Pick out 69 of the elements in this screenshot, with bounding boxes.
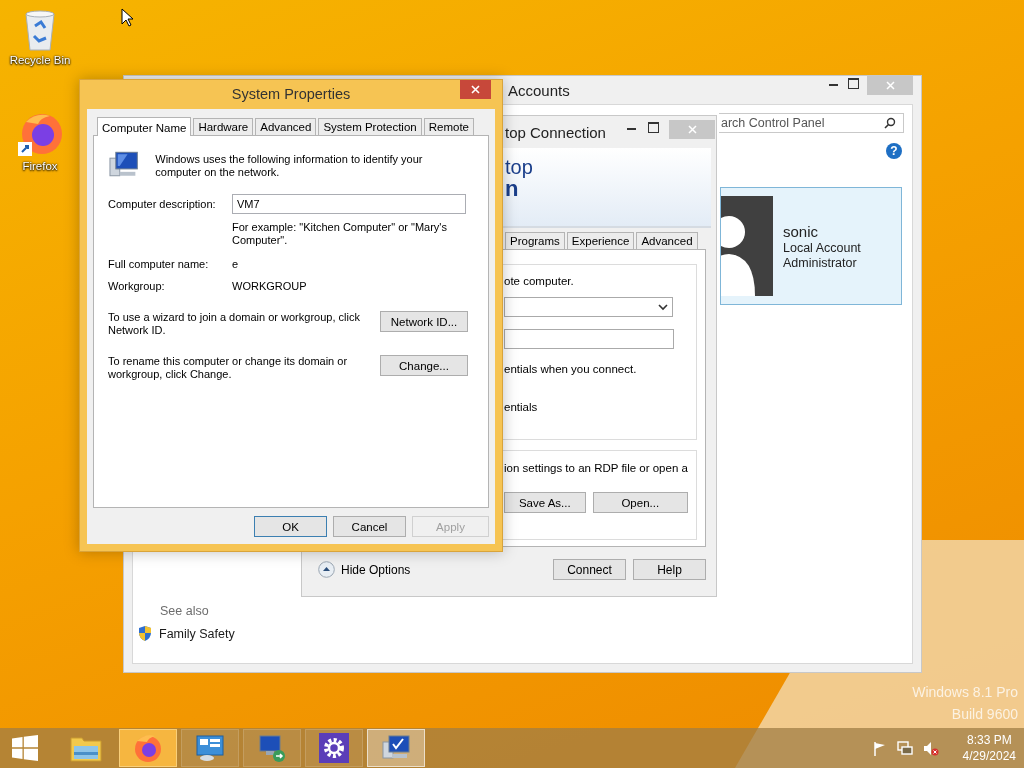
window-title: Accounts bbox=[508, 82, 570, 99]
remote-desktop-icon bbox=[257, 733, 287, 763]
flag-icon[interactable] bbox=[872, 740, 887, 756]
close-icon bbox=[885, 81, 895, 90]
tab[interactable]: Programs bbox=[505, 232, 565, 249]
field-label: Computer description: bbox=[108, 198, 217, 210]
window-title: System Properties bbox=[231, 86, 351, 104]
intro-text: Windows uses the following information to identify your computer on the network. bbox=[155, 153, 424, 179]
field-value: WORKGROUP bbox=[232, 280, 307, 292]
save-settings-text: ion settings to an RDP file or open a bbox=[504, 462, 688, 474]
firefox-icon bbox=[133, 733, 163, 763]
search-field[interactable]: arch Control Panel bbox=[719, 113, 904, 133]
user-name-field[interactable] bbox=[504, 329, 674, 349]
credentials-text: entials bbox=[504, 401, 539, 413]
os-version-text: Build 9600 bbox=[951, 706, 1018, 722]
dialog-button[interactable]: OK bbox=[254, 516, 327, 537]
account-type: Local Account bbox=[783, 240, 861, 255]
collapse-icon[interactable] bbox=[318, 561, 335, 578]
muted-speaker-icon[interactable] bbox=[922, 740, 939, 756]
network-icon[interactable] bbox=[896, 740, 913, 756]
hide-options-link[interactable]: Hide Options bbox=[341, 562, 411, 577]
maximize-button[interactable] bbox=[848, 78, 859, 89]
close-icon bbox=[687, 125, 697, 134]
example-text: For example: "Kitchen Computer" or "Mary's Computer". bbox=[232, 221, 448, 247]
chevron-down-icon bbox=[658, 303, 668, 311]
recycle-bin-icon[interactable] bbox=[23, 8, 57, 52]
dialog-button[interactable]: Connect bbox=[553, 559, 626, 580]
account-name: sonic bbox=[783, 222, 820, 240]
window-title: top Connection bbox=[505, 124, 606, 141]
dialog-button[interactable]: Open... bbox=[592, 492, 688, 513]
shield-icon bbox=[138, 626, 152, 641]
credentials-text: entials when you connect. bbox=[504, 363, 638, 375]
tab[interactable]: Advanced bbox=[255, 118, 317, 135]
tab[interactable]: Experience bbox=[566, 232, 635, 249]
tab[interactable]: Advanced bbox=[636, 232, 698, 249]
taskbar-button[interactable] bbox=[119, 729, 177, 767]
folder-icon bbox=[70, 734, 102, 762]
start-button[interactable] bbox=[12, 735, 38, 761]
os-version-text: Windows 8.1 Pro bbox=[912, 684, 1018, 700]
computer-icon bbox=[381, 734, 411, 762]
action-button[interactable]: Network ID... bbox=[380, 311, 468, 332]
maximize-button[interactable] bbox=[648, 122, 659, 133]
close-icon bbox=[471, 85, 480, 94]
dialog-button[interactable]: Cancel bbox=[333, 516, 406, 537]
mouse-pointer-icon bbox=[121, 8, 134, 27]
control-panel-icon bbox=[195, 733, 225, 763]
tab[interactable]: Computer Name bbox=[97, 117, 192, 136]
banner-title: n bbox=[505, 178, 519, 200]
tab[interactable]: System Protection bbox=[318, 118, 422, 135]
instruction-text: To use a wizard to join a domain or workgroup, click Network ID. bbox=[108, 311, 361, 337]
dialog-button[interactable]: Save As... bbox=[504, 492, 586, 513]
instruction-text: To rename this computer or change its domain or workgroup, click Change. bbox=[108, 355, 349, 381]
close-button[interactable] bbox=[460, 80, 491, 99]
banner-title: top bbox=[505, 156, 534, 178]
settings-icon bbox=[319, 733, 349, 763]
help-button[interactable]: ? bbox=[886, 143, 902, 159]
see-also-link[interactable]: Family Safety bbox=[159, 626, 235, 641]
field-label: Workgroup: bbox=[108, 280, 166, 292]
tab[interactable]: Hardware bbox=[193, 118, 254, 135]
field-label: Full computer name: bbox=[108, 258, 210, 270]
dialog-button[interactable]: Help bbox=[633, 559, 706, 580]
computer-description-field[interactable]: VM7 bbox=[232, 194, 466, 214]
instruction-text: ote computer. bbox=[504, 275, 575, 287]
tab[interactable]: Remote bbox=[423, 118, 474, 135]
action-button[interactable]: Change... bbox=[380, 355, 468, 376]
account-role: Administrator bbox=[783, 255, 858, 270]
see-also-heading: See also bbox=[160, 604, 210, 618]
search-icon bbox=[884, 117, 896, 129]
field-value: e bbox=[232, 258, 239, 270]
